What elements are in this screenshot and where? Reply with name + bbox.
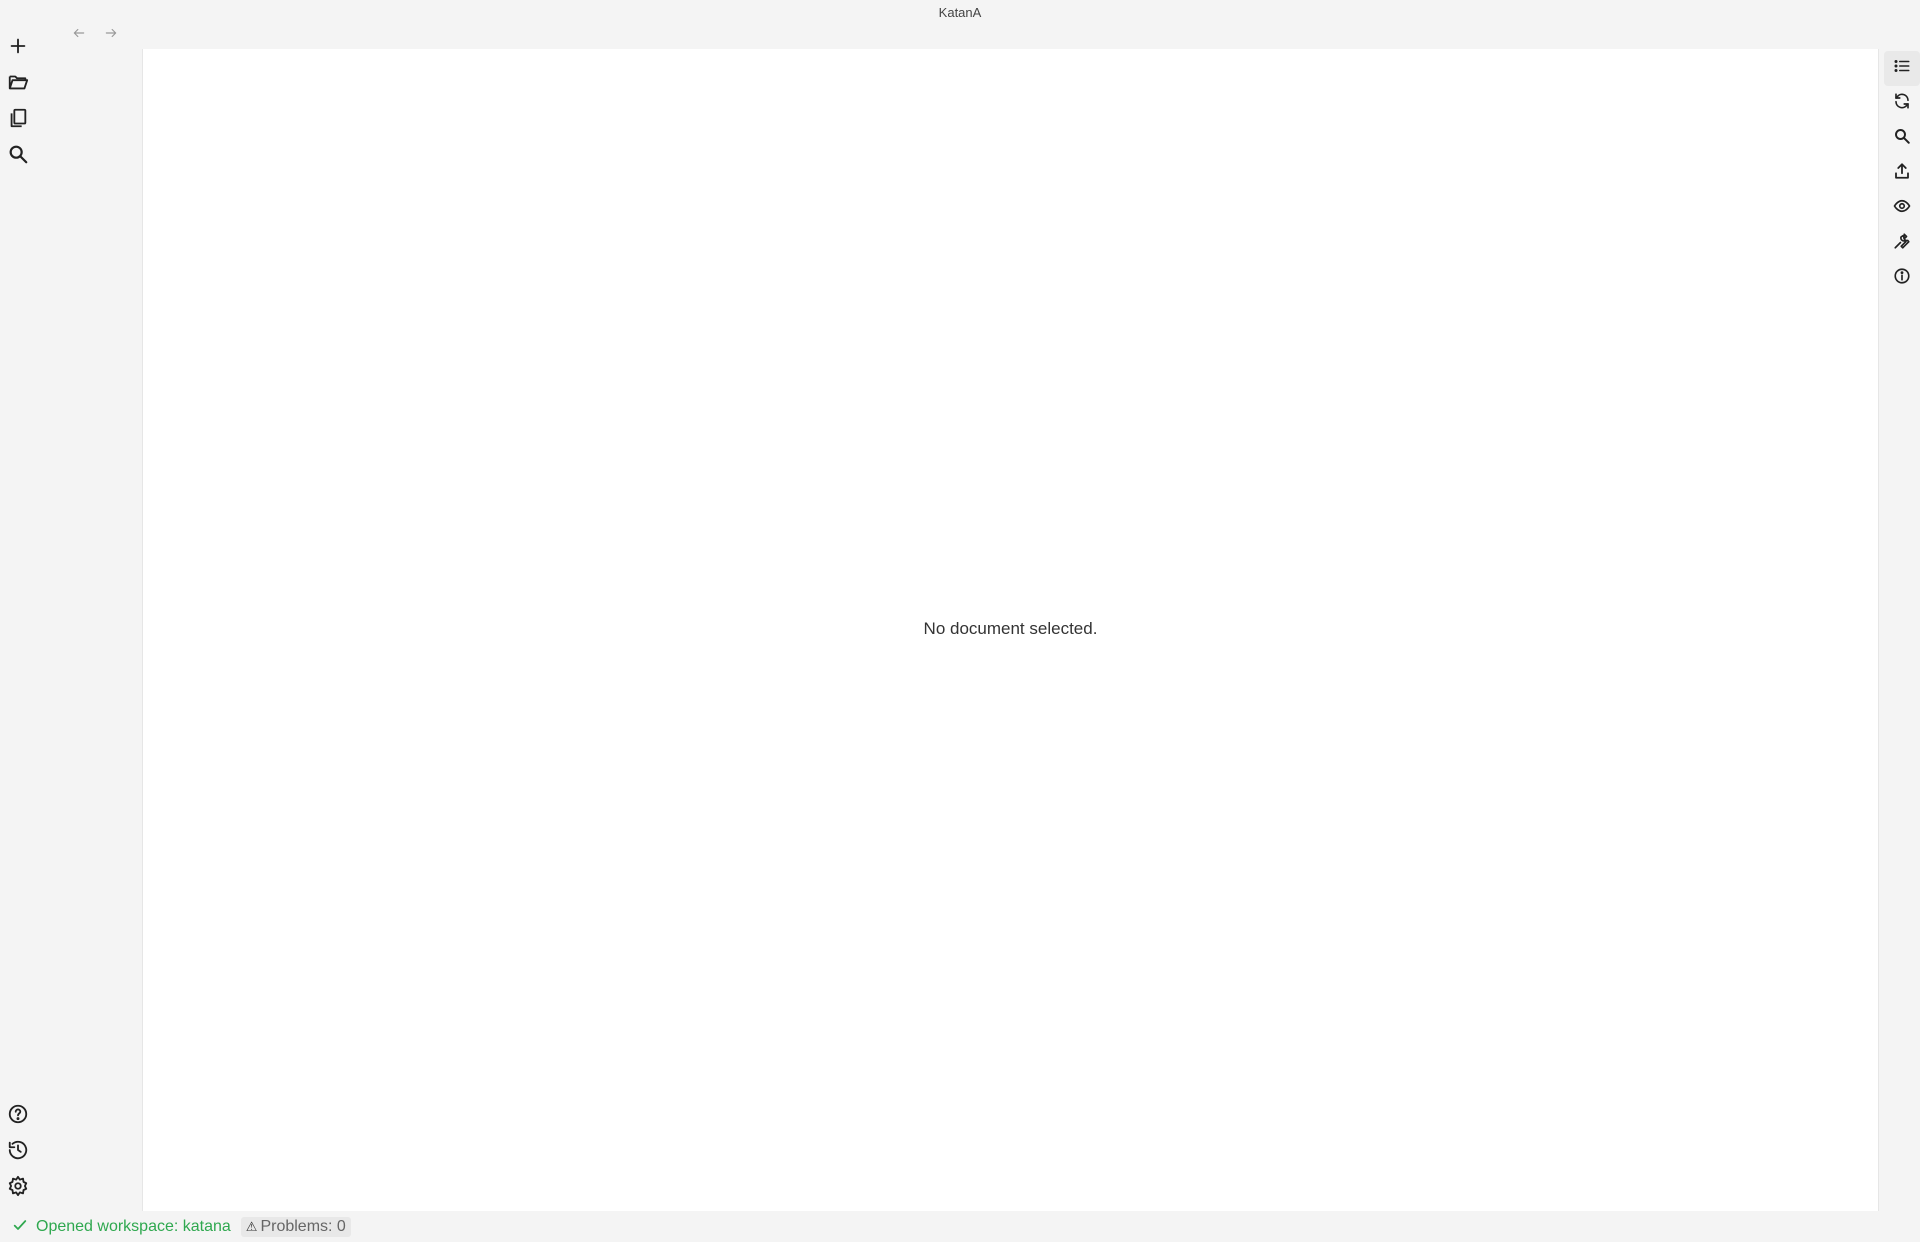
folder-open-icon	[7, 71, 29, 98]
open-folder-button[interactable]	[0, 66, 36, 102]
editor-pane[interactable]: No document selected.	[142, 49, 1879, 1211]
arrow-right-icon	[104, 26, 118, 45]
checkmark-icon	[12, 1217, 36, 1238]
history-icon	[7, 1139, 29, 1166]
empty-state-message: No document selected.	[923, 619, 1098, 638]
preview-button[interactable]	[1884, 191, 1920, 226]
wrench-icon	[1893, 232, 1911, 255]
tools-button[interactable]	[1884, 226, 1920, 261]
right-tool-bar	[1884, 51, 1920, 296]
find-button[interactable]	[1884, 121, 1920, 156]
info-icon	[1893, 267, 1911, 290]
eye-icon	[1893, 197, 1911, 220]
list-icon	[1893, 57, 1911, 80]
outline-button[interactable]	[1884, 51, 1920, 86]
status-message-text: Opened workspace: katana	[36, 1218, 231, 1235]
help-button[interactable]	[0, 1098, 36, 1134]
search-icon	[1893, 127, 1911, 150]
plus-icon	[7, 35, 29, 62]
status-message[interactable]: Opened workspace: katana	[12, 1217, 231, 1238]
warning-icon: ⚠	[245, 1219, 258, 1234]
refresh-icon	[1893, 92, 1911, 115]
export-button[interactable]	[1884, 156, 1920, 191]
app-window: KatanA No document selected. Opened work…	[0, 0, 1920, 1242]
history-navigation	[68, 24, 122, 46]
help-circle-icon	[7, 1103, 29, 1130]
copy-icon	[7, 107, 29, 134]
search-icon	[7, 143, 29, 170]
new-file-button[interactable]	[0, 30, 36, 66]
info-button[interactable]	[1884, 261, 1920, 296]
left-activity-bar-bottom	[0, 1098, 36, 1206]
window-title: KatanA	[938, 5, 982, 20]
upload-icon	[1893, 162, 1911, 185]
search-button[interactable]	[0, 138, 36, 174]
history-button[interactable]	[0, 1134, 36, 1170]
gear-icon	[7, 1175, 29, 1202]
left-activity-bar	[0, 30, 36, 174]
settings-button[interactable]	[0, 1170, 36, 1206]
arrow-left-icon	[72, 26, 86, 45]
status-bar: Opened workspace: katana ⚠ Problems: 0	[0, 1212, 1920, 1242]
forward-button[interactable]	[100, 24, 122, 46]
documents-button[interactable]	[0, 102, 36, 138]
problems-indicator[interactable]: ⚠ Problems: 0	[240, 1217, 351, 1237]
back-button[interactable]	[68, 24, 90, 46]
refresh-button[interactable]	[1884, 86, 1920, 121]
problems-count-label: Problems: 0	[260, 1218, 346, 1235]
